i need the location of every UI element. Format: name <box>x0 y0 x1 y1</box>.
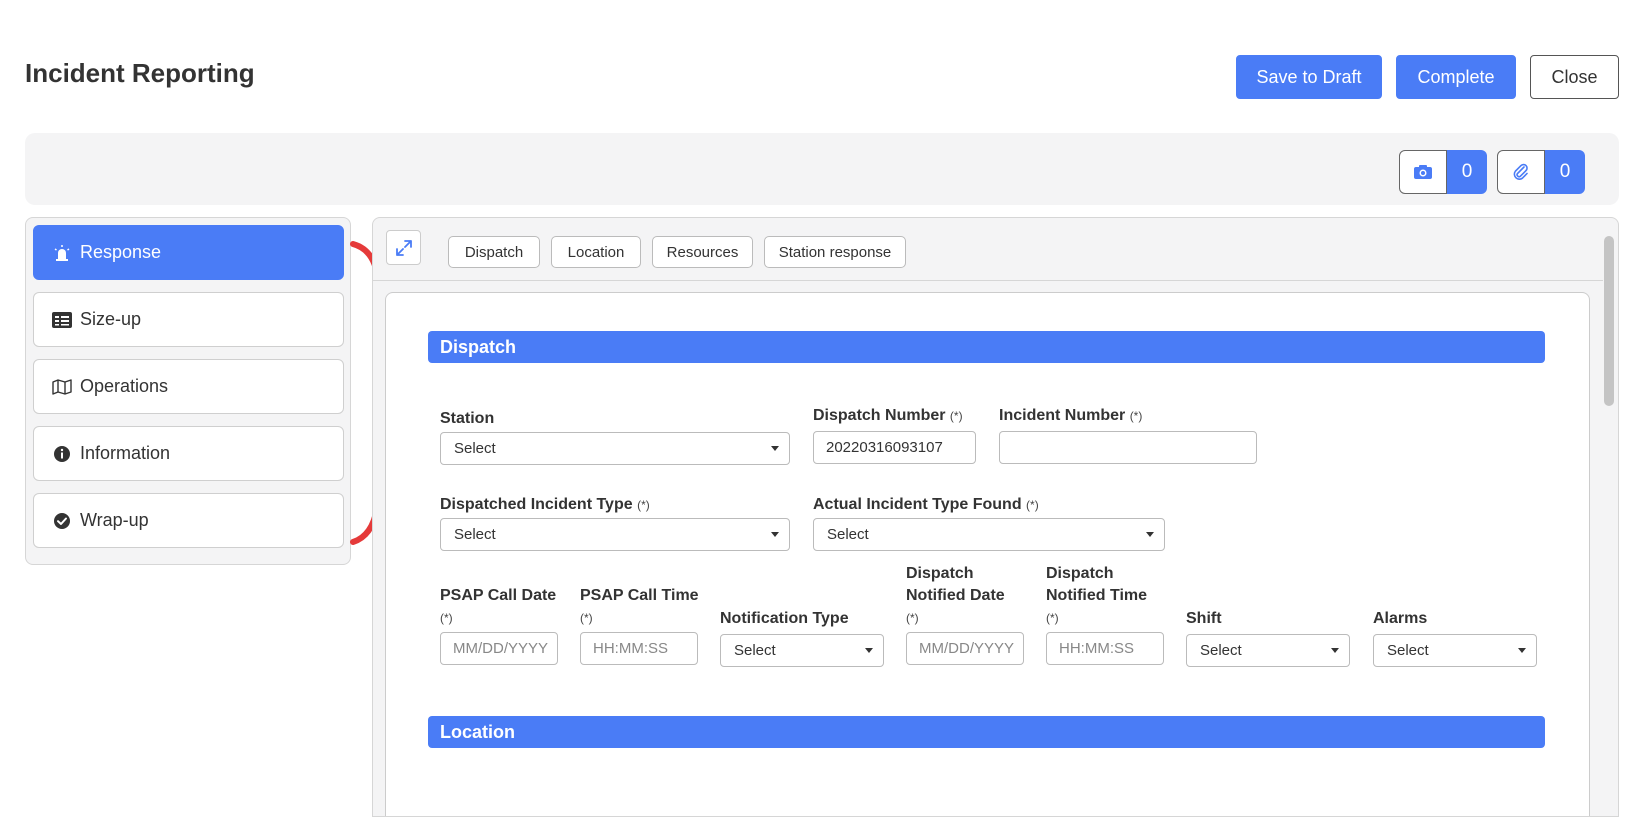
sidebar-item-response[interactable]: Response <box>33 225 344 280</box>
dispatch-number-label: Dispatch Number (*) <box>813 407 963 424</box>
main-panel: Dispatch Location Resources Station resp… <box>372 217 1619 817</box>
dashboard-card-icon <box>52 310 72 330</box>
sidebar-item-wrap-up[interactable]: Wrap-up <box>33 493 344 548</box>
actual-type-select[interactable]: Select <box>813 518 1165 551</box>
psap-time-label: PSAP Call Time (*) <box>580 587 699 625</box>
check-circle-icon <box>52 511 72 531</box>
station-label: Station <box>440 410 495 427</box>
station-select[interactable]: Select <box>440 432 790 465</box>
sidebar-item-label: Operations <box>80 376 169 396</box>
alarms-select[interactable]: Select <box>1373 634 1537 667</box>
expand-icon <box>395 239 412 256</box>
form-panel: Dispatch Station Select Dispatch Number … <box>385 292 1590 816</box>
tab-location[interactable]: Location <box>551 236 641 268</box>
sidebar-item-operations[interactable]: Operations <box>33 359 344 414</box>
expand-button[interactable] <box>386 230 421 265</box>
notified-date-field[interactable] <box>906 632 1024 665</box>
close-button[interactable]: Close <box>1530 55 1619 99</box>
camera-icon <box>1414 165 1432 179</box>
shift-label: Shift <box>1186 610 1222 627</box>
map-icon <box>52 377 72 397</box>
psap-date-field[interactable] <box>440 632 558 665</box>
dispatch-number-field[interactable] <box>813 431 976 464</box>
attachment-button[interactable] <box>1497 150 1545 194</box>
toolbar: 0 0 <box>25 133 1619 205</box>
sidebar-item-size-up[interactable]: Size-up <box>33 292 344 347</box>
photo-count-badge: 0 <box>1447 150 1487 194</box>
tab-resources[interactable]: Resources <box>652 236 753 268</box>
section-header-dispatch: Dispatch <box>428 331 1545 363</box>
scrollbar-thumb[interactable] <box>1604 236 1614 406</box>
sidebar-item-label: Response <box>80 242 162 262</box>
alarms-label: Alarms <box>1373 610 1428 627</box>
tab-divider <box>373 280 1603 281</box>
complete-button[interactable]: Complete <box>1396 55 1516 99</box>
sidebar: Response Size-up Operations Information … <box>25 217 351 565</box>
save-to-draft-button[interactable]: Save to Draft <box>1236 55 1382 99</box>
attachment-count-badge: 0 <box>1545 150 1585 194</box>
actual-type-label: Actual Incident Type Found (*) <box>813 496 1039 513</box>
incident-number-label: Incident Number (*) <box>999 407 1143 424</box>
alarm-light-icon <box>52 243 72 263</box>
notified-date-label: Dispatch Notified Date (*) <box>906 565 1005 625</box>
paperclip-icon <box>1513 163 1528 180</box>
section-header-location: Location <box>428 716 1545 748</box>
psap-date-label: PSAP Call Date (*) <box>440 587 557 625</box>
sidebar-item-information[interactable]: Information <box>33 426 344 481</box>
tab-station-response[interactable]: Station response <box>764 236 906 268</box>
notified-time-label: Dispatch Notified Time (*) <box>1046 565 1148 625</box>
notification-type-label: Notification Type <box>720 610 849 627</box>
sidebar-item-label: Size-up <box>80 309 142 329</box>
notification-type-select[interactable]: Select <box>720 634 884 667</box>
notified-time-field[interactable] <box>1046 632 1164 665</box>
dispatched-type-select[interactable]: Select <box>440 518 790 551</box>
page-title: Incident Reporting <box>25 58 255 88</box>
camera-button[interactable] <box>1399 150 1447 194</box>
incident-number-field[interactable] <box>999 431 1257 464</box>
info-circle-icon <box>52 444 72 464</box>
shift-select[interactable]: Select <box>1186 634 1350 667</box>
sidebar-item-label: Information <box>80 443 171 463</box>
dispatched-type-label: Dispatched Incident Type (*) <box>440 496 650 513</box>
psap-time-field[interactable] <box>580 632 698 665</box>
tab-dispatch[interactable]: Dispatch <box>448 236 540 268</box>
sidebar-item-label: Wrap-up <box>80 510 149 530</box>
